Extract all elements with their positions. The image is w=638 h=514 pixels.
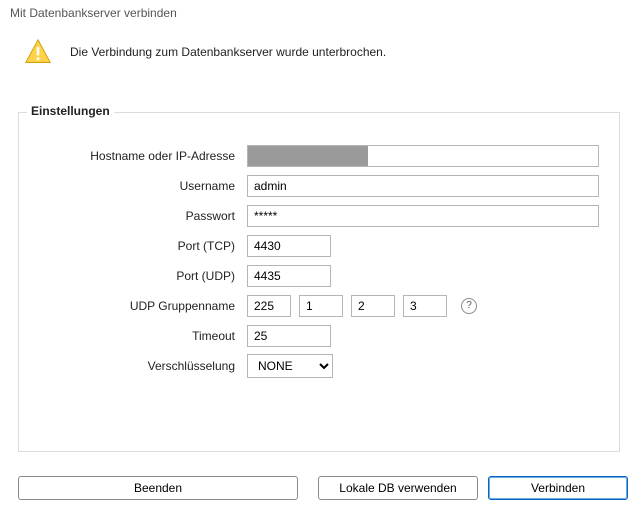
settings-groupbox: Einstellungen Hostname oder IP-Adresse U… bbox=[18, 112, 620, 452]
timeout-field[interactable] bbox=[247, 325, 331, 347]
udp-group-field-4[interactable] bbox=[403, 295, 447, 317]
dialog-window: Mit Datenbankserver verbinden Die Verbin… bbox=[0, 0, 638, 514]
label-hostname: Hostname oder IP-Adresse bbox=[19, 149, 247, 163]
label-username: Username bbox=[19, 179, 247, 193]
warning-icon bbox=[24, 38, 52, 66]
message-row: Die Verbindung zum Datenbankserver wurde… bbox=[24, 38, 386, 66]
label-encryption: Verschlüsselung bbox=[19, 359, 247, 373]
label-port-udp: Port (UDP) bbox=[19, 269, 247, 283]
port-tcp-field[interactable] bbox=[247, 235, 331, 257]
settings-legend: Einstellungen bbox=[27, 104, 114, 118]
label-password: Passwort bbox=[19, 209, 247, 223]
port-udp-field[interactable] bbox=[247, 265, 331, 287]
use-local-db-button[interactable]: Lokale DB verwenden bbox=[318, 476, 478, 500]
window-title: Mit Datenbankserver verbinden bbox=[10, 6, 177, 20]
udp-group-field-1[interactable] bbox=[247, 295, 291, 317]
udp-group-field-2[interactable] bbox=[299, 295, 343, 317]
username-field[interactable] bbox=[247, 175, 599, 197]
label-timeout: Timeout bbox=[19, 329, 247, 343]
settings-form: Hostname oder IP-Adresse Username Passwo… bbox=[19, 141, 619, 381]
button-row: Beenden Lokale DB verwenden Verbinden bbox=[18, 476, 620, 500]
connect-button[interactable]: Verbinden bbox=[488, 476, 628, 500]
label-port-tcp: Port (TCP) bbox=[19, 239, 247, 253]
status-message: Die Verbindung zum Datenbankserver wurde… bbox=[70, 45, 386, 59]
label-udp-group: UDP Gruppenname bbox=[19, 299, 247, 313]
hostname-field[interactable] bbox=[247, 145, 599, 167]
encryption-select[interactable]: NONE bbox=[247, 354, 333, 378]
udp-group-field-3[interactable] bbox=[351, 295, 395, 317]
password-field[interactable] bbox=[247, 205, 599, 227]
quit-button[interactable]: Beenden bbox=[18, 476, 298, 500]
help-icon[interactable]: ? bbox=[461, 298, 477, 314]
